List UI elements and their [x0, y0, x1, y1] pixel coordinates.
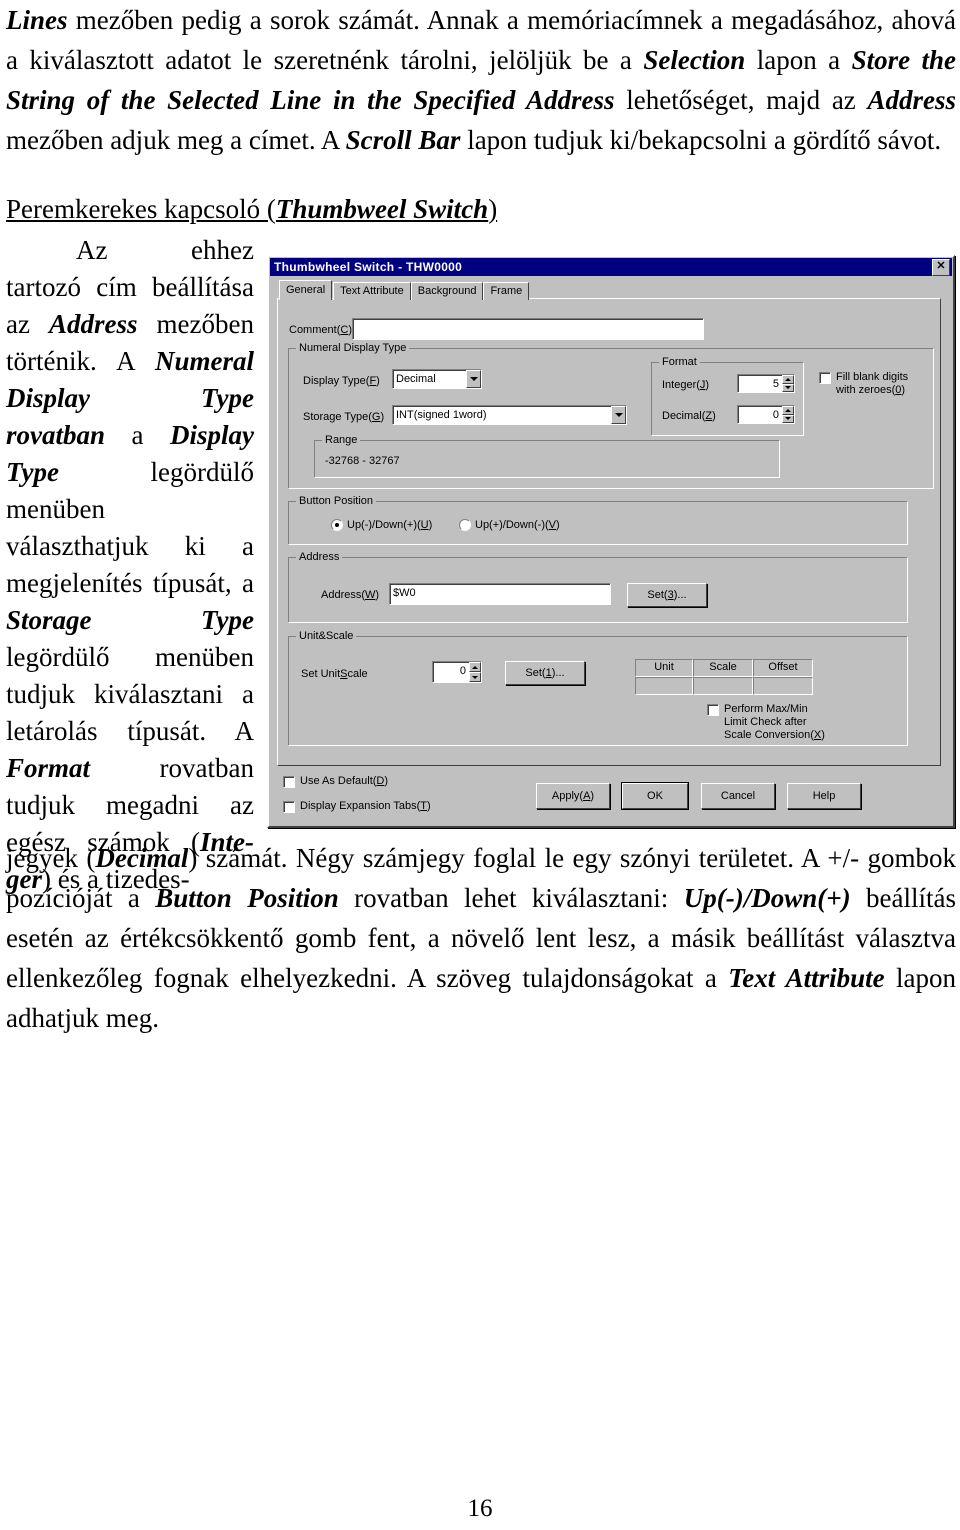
address-group: Address Address(W) $W0 Set(3)... [288, 552, 908, 623]
tab-background[interactable]: Background [410, 282, 484, 300]
display-type-combo[interactable]: Decimal [392, 369, 482, 389]
decimal-value: 0 [772, 409, 779, 421]
display-type-value: Decimal [396, 373, 436, 385]
display-expansion-tabs-checkbox[interactable]: Display Expansion Tabs(T) [283, 800, 431, 813]
dialog-titlebar: Thumbwheel Switch - THW0000 ✕ [270, 258, 952, 276]
address-title: Address [296, 552, 343, 563]
max-min-line1: Perform Max/Min [724, 703, 808, 715]
checkbox-icon[interactable] [707, 704, 719, 716]
bottom-paragraph: jegyek (Decimal) számát. Négy számjegy f… [6, 843, 956, 1033]
top-paragraph: Lines mezőben pedig a sorok számát. Anna… [6, 5, 956, 155]
table-header-scale: Scale [693, 659, 753, 677]
unit-scale-stepper[interactable]: 0 [432, 661, 482, 683]
decimal-spin-buttons[interactable] [782, 406, 794, 423]
radio-up-minus-down-plus[interactable]: Up(-)/Down(+)(U) [331, 519, 432, 531]
storage-type-value: INT(signed 1word) [396, 409, 487, 421]
checkbox-icon[interactable] [283, 776, 295, 788]
table-cell-unit [635, 677, 693, 695]
display-type-label: Display Type(F) [303, 375, 380, 387]
comment-label: Comment(C) [289, 324, 352, 336]
radio-up-plus-down-minus[interactable]: Up(+)/Down(-)(V) [459, 519, 560, 531]
spin-up-icon[interactable] [782, 406, 794, 415]
chevron-down-icon[interactable] [611, 406, 626, 424]
fill-blank-digits-checkbox[interactable]: Fill blank digits with zeroes(0) [819, 371, 908, 397]
set-unit-scale-label: Set UnitScale [301, 668, 368, 680]
close-icon[interactable]: ✕ [932, 258, 950, 276]
table-header-unit: Unit [635, 659, 693, 677]
integer-stepper[interactable]: 5 [737, 374, 795, 393]
address-label: Address(W) [321, 589, 380, 601]
max-min-line2: Limit Check after [724, 716, 807, 728]
perform-max-min-checkbox[interactable]: Perform Max/Min Limit Check after Scale … [707, 703, 825, 742]
format-group: Format Integer(J) 5 Decimal(Z) 0 [651, 357, 804, 436]
table-cell-scale [693, 677, 753, 695]
ok-button[interactable]: OK [622, 783, 688, 809]
unit-scale-group: Unit&Scale Set UnitScale 0 Set(1)... Uni… [288, 631, 908, 746]
checkbox-icon[interactable] [283, 801, 295, 813]
spin-down-icon[interactable] [782, 414, 794, 423]
thumbwheel-switch-dialog: Thumbwheel Switch - THW0000 ✕ General Te… [267, 255, 955, 828]
chevron-down-icon[interactable] [466, 370, 481, 388]
unit-scale-value: 0 [459, 665, 466, 677]
table-header-offset: Offset [753, 659, 813, 677]
numeral-display-type-title: Numeral Display Type [296, 343, 410, 354]
unit-scale-spin-buttons[interactable] [469, 662, 481, 682]
max-min-line3: Scale Conversion(X) [724, 729, 825, 741]
apply-button[interactable]: Apply(A) [536, 783, 610, 809]
dialog-title: Thumbwheel Switch - THW0000 [274, 260, 463, 274]
page-number: 16 [467, 1495, 493, 1522]
tab-panel-general: Comment(C) Numeral Display Type Display … [277, 298, 941, 766]
spin-down-icon[interactable] [469, 672, 481, 682]
tab-frame[interactable]: Frame [483, 282, 530, 300]
button-position-group: Button Position Up(-)/Down(+)(U) Up(+)/D… [288, 496, 908, 545]
radio-icon[interactable] [459, 519, 471, 531]
range-title: Range [322, 435, 361, 446]
storage-type-label: Storage Type(G) [303, 411, 385, 423]
fill-blank-line1: Fill blank digits [836, 371, 909, 383]
format-title: Format [659, 357, 700, 368]
section-heading: Peremkerekes kapcsoló (Thumbweel Switch) [6, 194, 498, 224]
button-position-title: Button Position [296, 496, 376, 507]
tab-strip: General Text Attribute Background Frame [279, 280, 530, 300]
integer-value: 5 [772, 378, 779, 390]
document-page: Lines mezőben pedig a sorok számát. Anna… [0, 0, 960, 1530]
use-as-default-checkbox[interactable]: Use As Default(D) [283, 775, 388, 788]
decimal-label: Decimal(Z) [662, 410, 716, 422]
decimal-stepper[interactable]: 0 [737, 405, 795, 424]
address-input[interactable]: $W0 [389, 583, 611, 605]
storage-type-combo[interactable]: INT(signed 1word) [392, 405, 627, 425]
range-value: -32768 - 32767 [325, 455, 400, 467]
spin-down-icon[interactable] [782, 383, 794, 392]
checkbox-icon[interactable] [819, 372, 831, 384]
comment-input[interactable] [352, 318, 704, 340]
spin-up-icon[interactable] [782, 375, 794, 384]
integer-label: Integer(J) [662, 379, 710, 391]
unit-scale-set-button[interactable]: Set(1)... [505, 661, 585, 685]
range-group: Range -32768 - 32767 [314, 435, 780, 478]
integer-spin-buttons[interactable] [782, 375, 794, 392]
help-button[interactable]: Help [787, 783, 861, 809]
left-column-paragraph: Az ehhez tartozó cím beállítása az Addre… [6, 235, 254, 894]
tab-general[interactable]: General [279, 280, 333, 300]
spin-up-icon[interactable] [469, 662, 481, 672]
cancel-button[interactable]: Cancel [701, 783, 775, 809]
table-cell-offset [753, 677, 813, 695]
radio-icon[interactable] [331, 519, 343, 531]
address-set-button[interactable]: Set(3)... [627, 583, 707, 607]
numeral-display-type-group: Numeral Display Type Display Type(F) Dec… [288, 343, 934, 489]
tab-text-attribute[interactable]: Text Attribute [333, 282, 411, 300]
unit-scale-title: Unit&Scale [296, 631, 357, 642]
fill-blank-line2: with zeroes(0) [836, 384, 906, 396]
